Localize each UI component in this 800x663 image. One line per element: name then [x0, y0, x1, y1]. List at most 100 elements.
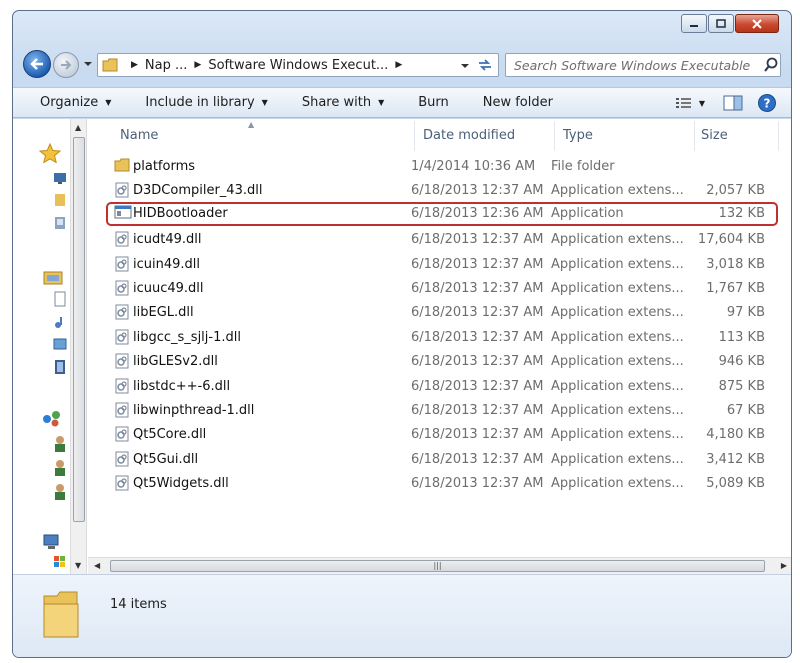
- file-size: 5,089 KB: [706, 476, 765, 492]
- computer-icon[interactable]: [43, 534, 63, 550]
- file-size: 17,604 KB: [697, 232, 765, 248]
- address-bar[interactable]: ▶ Nap ... ▶ Software Windows Execut... ▶: [97, 53, 499, 77]
- user-icon[interactable]: [53, 459, 67, 477]
- file-name: Qt5Gui.dll: [133, 451, 199, 467]
- forward-button[interactable]: [53, 52, 79, 78]
- file-name: libwinpthread-1.dll: [133, 403, 255, 418]
- breadcrumb-separator-icon[interactable]: ▶: [194, 60, 201, 70]
- file-row[interactable]: libGLESv2.dll 6/18/2013 12:37 AM Applicati…: [88, 350, 778, 374]
- navigation-pane-scrollbar[interactable]: ▲ ▼: [70, 119, 87, 574]
- address-dropdown-icon[interactable]: [460, 62, 470, 70]
- column-divider[interactable]: [778, 121, 779, 151]
- file-date-modified: 6/18/2013 12:37 AM: [411, 329, 544, 345]
- address-row: ▶ Nap ... ▶ Software Windows Execut... ▶…: [13, 47, 791, 81]
- folder-icon: [102, 58, 118, 72]
- file-size: 132 KB: [718, 205, 765, 221]
- close-button[interactable]: [735, 14, 779, 33]
- new-folder-button[interactable]: New folder: [483, 95, 553, 110]
- change-view-button[interactable]: ▼: [675, 96, 705, 110]
- horizontal-scrollbar[interactable]: ◀ ||| ▶: [88, 557, 791, 574]
- file-date-modified: 6/18/2013 12:37 AM: [411, 183, 544, 199]
- scrollbar-thumb[interactable]: |||: [110, 560, 765, 572]
- file-size: 97 KB: [726, 305, 765, 321]
- details-pane: 14 items: [13, 574, 791, 657]
- file-row[interactable]: Qt5Core.dll 6/18/2013 12:37 AM Application…: [88, 423, 778, 447]
- minimize-button[interactable]: [681, 14, 707, 33]
- dll-icon: [114, 304, 130, 324]
- file-row[interactable]: platforms 1/4/2014 10:36 AM File folder: [88, 155, 778, 179]
- documents-icon[interactable]: [53, 291, 67, 307]
- scroll-right-arrow-icon[interactable]: ▶: [781, 561, 787, 570]
- breadcrumb-current-folder[interactable]: Software Windows Execut...: [208, 58, 388, 73]
- scrollbar-thumb[interactable]: [73, 137, 85, 522]
- organize-menu[interactable]: Organize ▼: [40, 95, 111, 110]
- windows-drive-icon[interactable]: [53, 555, 67, 571]
- sort-ascending-icon: ▲: [248, 120, 255, 129]
- search-input[interactable]: Search Software Windows Executable: [505, 53, 781, 77]
- user-icon[interactable]: [53, 435, 67, 453]
- scroll-up-arrow-icon[interactable]: ▲: [75, 123, 81, 132]
- scroll-left-arrow-icon[interactable]: ◀: [94, 561, 100, 570]
- file-type: Application extens...: [551, 476, 684, 492]
- chevron-down-icon: ▼: [261, 98, 268, 107]
- column-divider[interactable]: [554, 121, 555, 151]
- file-row[interactable]: Qt5Widgets.dll 6/18/2013 12:37 AM Applicat…: [88, 472, 778, 496]
- column-header-date[interactable]: Date modified: [423, 119, 515, 152]
- scroll-down-arrow-icon[interactable]: ▼: [75, 561, 81, 570]
- file-date-modified: 6/18/2013 12:37 AM: [411, 476, 544, 492]
- file-row[interactable]: icuin49.dll 6/18/2013 12:37 AM Application…: [88, 253, 778, 277]
- folder-icon: [43, 591, 79, 638]
- column-header-size[interactable]: Size: [701, 119, 728, 152]
- dll-icon: [114, 182, 130, 202]
- libraries-icon[interactable]: [43, 269, 63, 285]
- file-name: icudt49.dll: [133, 232, 202, 248]
- breadcrumb-separator-icon[interactable]: ▶: [131, 60, 138, 70]
- file-name: libgcc_s_sjlj-1.dll: [133, 329, 241, 345]
- desktop-icon[interactable]: [53, 171, 67, 185]
- file-row[interactable]: libgcc_s_sjlj-1.dll 6/18/2013 12:37 AM App…: [88, 326, 778, 350]
- dll-icon: [114, 256, 130, 276]
- back-button[interactable]: [23, 50, 51, 78]
- file-row[interactable]: HIDBootloader 6/18/2013 12:36 AM Applicati…: [106, 201, 778, 226]
- preview-pane-icon[interactable]: [723, 95, 743, 111]
- file-row[interactable]: D3DCompiler_43.dll 6/18/2013 12:37 AM Appl…: [88, 179, 778, 203]
- recent-places-icon[interactable]: [53, 215, 67, 231]
- file-row[interactable]: icudt49.dll 6/18/2013 12:37 AM Application…: [88, 228, 778, 252]
- file-name: platforms: [133, 159, 196, 174]
- help-icon[interactable]: ?: [757, 93, 777, 113]
- file-size: 4,180 KB: [706, 427, 765, 443]
- column-divider[interactable]: [414, 121, 415, 151]
- breadcrumb-nap[interactable]: Nap ...: [145, 58, 187, 73]
- breadcrumb-separator-icon[interactable]: ▶: [395, 60, 402, 70]
- downloads-icon[interactable]: [53, 193, 67, 207]
- file-name: HIDBootloader: [133, 205, 228, 221]
- file-row[interactable]: libEGL.dll 6/18/2013 12:37 AM Application …: [88, 301, 778, 325]
- file-size: 113 KB: [718, 329, 765, 345]
- user-icon[interactable]: [53, 483, 67, 501]
- videos-icon[interactable]: [53, 359, 67, 375]
- pictures-icon[interactable]: [53, 337, 67, 351]
- file-type: Application extens...: [551, 354, 684, 370]
- homegroup-icon[interactable]: [41, 409, 63, 427]
- file-row[interactable]: Qt5Gui.dll 6/18/2013 12:37 AM Application …: [88, 448, 778, 472]
- column-header-type[interactable]: Type: [563, 119, 593, 152]
- navigation-pane[interactable]: [13, 119, 70, 574]
- recent-pages-dropdown-icon[interactable]: [83, 60, 93, 68]
- column-header-name[interactable]: Name: [120, 119, 158, 152]
- file-row[interactable]: libstdc++-6.dll 6/18/2013 12:37 AM Applica…: [88, 375, 778, 399]
- file-name: D3DCompiler_43.dll: [133, 183, 263, 199]
- refresh-icon[interactable]: [476, 57, 494, 73]
- file-size: 2,057 KB: [706, 183, 765, 199]
- dll-icon: [114, 451, 130, 471]
- file-row[interactable]: libwinpthread-1.dll 6/18/2013 12:37 AM App…: [88, 399, 778, 423]
- search-icon[interactable]: [763, 57, 779, 73]
- music-icon[interactable]: [53, 315, 67, 329]
- favorites-star-icon[interactable]: [39, 143, 61, 163]
- share-with-menu[interactable]: Share with ▼: [302, 95, 384, 110]
- include-in-library-menu[interactable]: Include in library ▼: [145, 95, 267, 110]
- file-name: Qt5Widgets.dll: [133, 476, 229, 492]
- maximize-button[interactable]: [708, 14, 734, 33]
- column-divider[interactable]: [694, 121, 695, 151]
- file-row[interactable]: icuuc49.dll 6/18/2013 12:37 AM Application…: [88, 277, 778, 301]
- burn-button[interactable]: Burn: [418, 95, 449, 110]
